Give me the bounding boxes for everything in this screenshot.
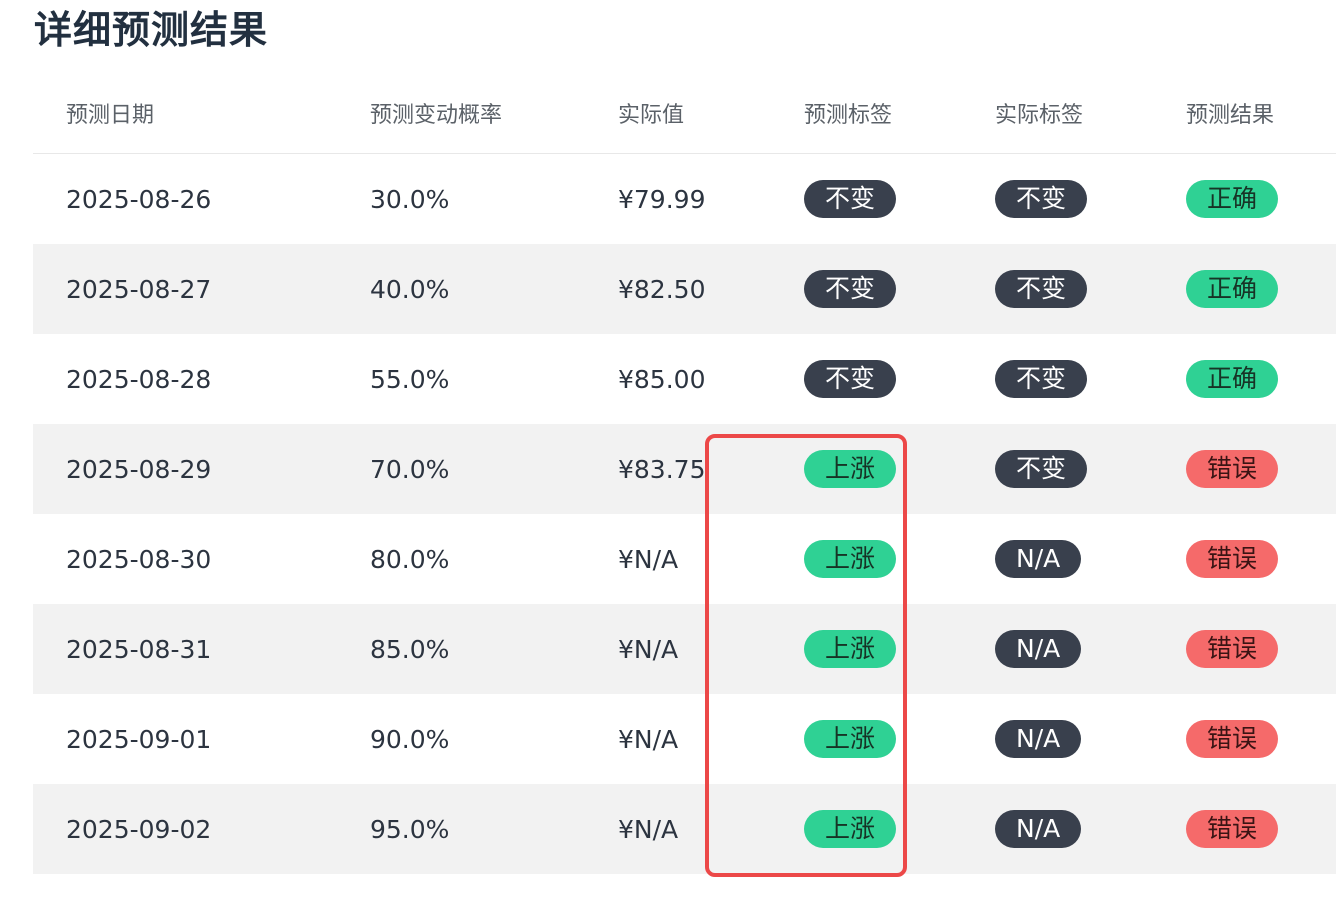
cell-date: 2025-09-02 xyxy=(33,784,370,874)
column-header-label: 实际标签 xyxy=(995,102,1084,128)
cell-actual-value: ¥82.50 xyxy=(618,244,804,334)
table-row: 2025-09-02 95.0% ¥N/A 上涨 N/A 错误 xyxy=(33,784,1336,874)
cell-predicted-label: 不变 xyxy=(804,244,995,334)
cell-date: 2025-08-29 xyxy=(33,424,370,514)
table-row: 2025-09-01 90.0% ¥N/A 上涨 N/A 错误 xyxy=(33,694,1336,784)
page-title: 详细预测结果 xyxy=(34,8,269,52)
cell-probability: 70.0% xyxy=(370,424,618,514)
actual-label-badge: 不变 xyxy=(995,180,1088,218)
actual-label-badge: N/A xyxy=(995,810,1082,848)
cell-actual-value: ¥85.00 xyxy=(618,364,706,394)
cell-date: 2025-09-01 xyxy=(66,724,212,754)
table-row: 2025-08-27 40.0% ¥82.50 不变 不变 正确 xyxy=(33,244,1336,334)
actual-label-badge: N/A xyxy=(995,540,1082,578)
cell-result: 错误 xyxy=(1186,424,1336,514)
column-header-label: 预测日期 xyxy=(66,102,155,128)
predicted-label-badge: 不变 xyxy=(804,180,897,218)
cell-probability: 30.0% xyxy=(370,184,450,214)
actual-label-badge: 不变 xyxy=(995,360,1088,398)
cell-predicted-label: 上涨 xyxy=(804,514,995,604)
predicted-label-badge: 不变 xyxy=(804,270,897,308)
result-badge: 错误 xyxy=(1186,630,1279,668)
cell-actual-value: ¥N/A xyxy=(618,784,804,874)
cell-result: 正确 xyxy=(1186,244,1336,334)
result-badge: 错误 xyxy=(1186,810,1279,848)
cell-actual-label: 不变 xyxy=(995,334,1186,424)
table-row: 2025-08-29 70.0% ¥83.75 上涨 不变 错误 xyxy=(33,424,1336,514)
column-header-actual-label[interactable]: 实际标签 xyxy=(995,68,1186,154)
table-row: 2025-08-28 55.0% ¥85.00 不变 不变 正确 xyxy=(33,334,1336,424)
result-badge: 正确 xyxy=(1186,360,1279,398)
cell-date: 2025-08-31 xyxy=(33,604,370,694)
cell-actual-value: ¥N/A xyxy=(618,604,804,694)
cell-actual-label: N/A xyxy=(995,604,1186,694)
table-row: 2025-08-31 85.0% ¥N/A 上涨 N/A 错误 xyxy=(33,604,1336,694)
column-header-probability[interactable]: 预测变动概率 xyxy=(370,68,618,154)
cell-predicted-label: 不变 xyxy=(804,154,995,245)
cell-result: 错误 xyxy=(1186,784,1336,874)
cell-probability: 40.0% xyxy=(370,244,618,334)
actual-label-badge: N/A xyxy=(995,630,1082,668)
cell-actual-label: 不变 xyxy=(995,424,1186,514)
cell-actual-label: 不变 xyxy=(995,244,1186,334)
prediction-results-table: 预测日期 预测变动概率 实际值 预测标签 实际标签 预测结果 2025-08-2… xyxy=(33,68,1336,874)
cell-result: 错误 xyxy=(1186,694,1336,784)
cell-actual-label: N/A xyxy=(995,784,1186,874)
column-header-result[interactable]: 预测结果 xyxy=(1186,68,1336,154)
column-header-label: 预测变动概率 xyxy=(370,102,503,128)
actual-label-badge: 不变 xyxy=(995,450,1088,488)
column-header-actual-value[interactable]: 实际值 xyxy=(618,68,804,154)
cell-actual-value: ¥79.99 xyxy=(618,184,706,214)
cell-predicted-label: 上涨 xyxy=(804,784,995,874)
cell-predicted-label: 上涨 xyxy=(804,694,995,784)
cell-actual-label: 不变 xyxy=(995,154,1186,245)
actual-label-badge: 不变 xyxy=(995,270,1088,308)
cell-actual-value: ¥N/A xyxy=(618,544,679,574)
cell-predicted-label: 上涨 xyxy=(804,424,995,514)
cell-result: 错误 xyxy=(1186,604,1336,694)
column-header-predicted-label[interactable]: 预测标签 xyxy=(804,68,995,154)
cell-actual-label: N/A xyxy=(995,514,1186,604)
predicted-label-badge: 上涨 xyxy=(804,630,897,668)
cell-actual-value: ¥83.75 xyxy=(618,424,804,514)
column-header-label: 预测标签 xyxy=(804,102,893,128)
cell-actual-value: ¥N/A xyxy=(618,724,679,754)
cell-result: 正确 xyxy=(1186,334,1336,424)
column-header-date[interactable]: 预测日期 xyxy=(33,68,370,154)
cell-probability: 95.0% xyxy=(370,784,618,874)
predicted-label-badge: 上涨 xyxy=(804,450,897,488)
cell-date: 2025-08-27 xyxy=(33,244,370,334)
cell-actual-label: N/A xyxy=(995,694,1186,784)
cell-probability: 85.0% xyxy=(370,604,618,694)
result-badge: 错误 xyxy=(1186,450,1279,488)
column-header-label: 预测结果 xyxy=(1186,102,1275,128)
result-badge: 错误 xyxy=(1186,540,1279,578)
cell-probability: 90.0% xyxy=(370,724,450,754)
cell-predicted-label: 不变 xyxy=(804,334,995,424)
predicted-label-badge: 上涨 xyxy=(804,810,897,848)
predicted-label-badge: 不变 xyxy=(804,360,897,398)
table-row: 2025-08-30 80.0% ¥N/A 上涨 N/A 错误 xyxy=(33,514,1336,604)
cell-date: 2025-08-26 xyxy=(66,184,212,214)
result-badge: 错误 xyxy=(1186,720,1279,758)
table-header-row: 预测日期 预测变动概率 实际值 预测标签 实际标签 预测结果 xyxy=(33,68,1336,154)
cell-probability: 80.0% xyxy=(370,544,450,574)
cell-date: 2025-08-30 xyxy=(66,544,212,574)
column-header-label: 实际值 xyxy=(618,102,685,128)
predicted-label-badge: 上涨 xyxy=(804,720,897,758)
cell-result: 正确 xyxy=(1186,154,1336,245)
result-badge: 正确 xyxy=(1186,180,1279,218)
cell-probability: 55.0% xyxy=(370,364,450,394)
table-row: 2025-08-26 30.0% ¥79.99 不变 不变 正确 xyxy=(33,154,1336,245)
cell-predicted-label: 上涨 xyxy=(804,604,995,694)
cell-result: 错误 xyxy=(1186,514,1336,604)
result-badge: 正确 xyxy=(1186,270,1279,308)
actual-label-badge: N/A xyxy=(995,720,1082,758)
table-body: 2025-08-26 30.0% ¥79.99 不变 不变 正确 2025-08… xyxy=(33,154,1336,874)
cell-date: 2025-08-28 xyxy=(66,364,212,394)
predicted-label-badge: 上涨 xyxy=(804,540,897,578)
